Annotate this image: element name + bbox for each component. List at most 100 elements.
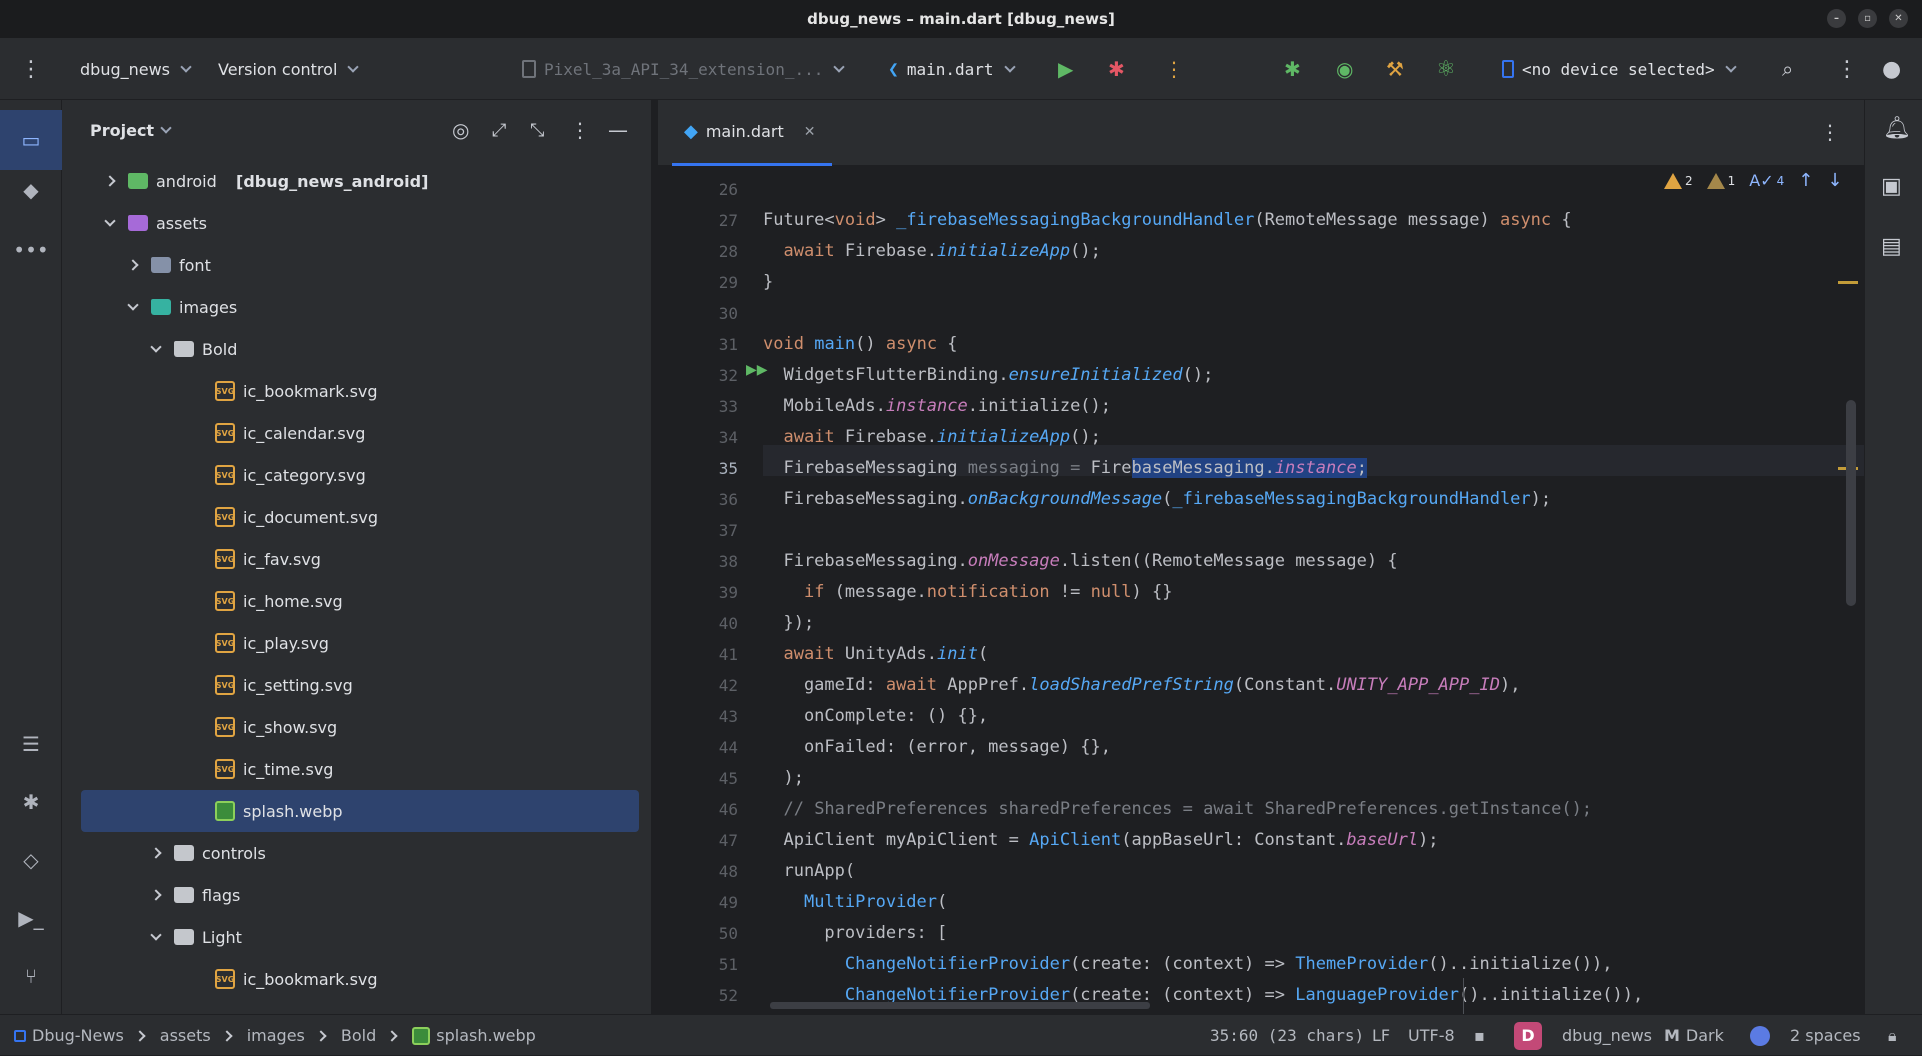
build-button[interactable]: ⚒ — [1386, 38, 1404, 100]
terminal-tool-button[interactable]: ▶_ — [13, 900, 49, 936]
tree-folder-item[interactable]: flags — [62, 874, 640, 916]
breadcrumb-item[interactable]: images — [247, 1026, 305, 1045]
chevron-down-icon[interactable] — [127, 299, 139, 311]
tree-file-item[interactable]: SVG ic_time.svg — [62, 748, 640, 790]
chevron-down-icon[interactable] — [104, 215, 116, 227]
image-file-icon — [412, 1026, 431, 1045]
theme-label: Dark — [1685, 1026, 1724, 1045]
structure-tool-button[interactable]: ☰ — [13, 726, 49, 762]
warnings-indicator[interactable]: 2 — [1664, 172, 1693, 189]
next-highlight-icon[interactable]: ↓ — [1827, 170, 1842, 191]
git-tool-button[interactable]: ⑂ — [13, 958, 49, 994]
record-button[interactable]: ◉ — [1336, 38, 1353, 100]
indent-settings[interactable]: 2 spaces — [1790, 1015, 1861, 1056]
chevron-right-icon[interactable] — [150, 889, 162, 901]
chevron-down-icon — [347, 60, 360, 73]
editor-horizontal-scrollbar[interactable] — [770, 1002, 1150, 1009]
editor-vertical-scrollbar[interactable] — [1846, 400, 1856, 606]
running-devices-icon[interactable]: ▣ — [1881, 174, 1902, 199]
typos-indicator[interactable]: A✓ 4 — [1749, 171, 1784, 190]
collapse-all-icon[interactable]: ⤡ — [530, 120, 544, 141]
tree-file-item[interactable]: SVG ic_fav.svg — [62, 538, 640, 580]
more-tools-button[interactable]: ••• — [13, 232, 49, 268]
tree-folder-item[interactable]: Bold — [62, 328, 640, 370]
main-menu-button[interactable]: ⋮ — [20, 38, 42, 100]
search-button[interactable]: ⌕ — [1782, 38, 1793, 100]
breadcrumb-item[interactable]: assets — [160, 1026, 211, 1045]
tree-file-item[interactable]: SVG ic_category.svg — [62, 454, 640, 496]
debug-button[interactable]: ✱ — [1108, 38, 1125, 100]
device-selector[interactable]: <no device selected> — [1502, 38, 1737, 100]
more-actions-button[interactable]: ⋮ — [1164, 38, 1184, 100]
tree-folder-item[interactable]: android [dbug_news_android] — [62, 160, 640, 202]
vcs-selector[interactable]: Version control — [218, 38, 360, 100]
attach-debugger-button[interactable]: ✱ — [1284, 38, 1301, 100]
project-selector[interactable]: dbug_news — [80, 38, 192, 100]
chevron-down-icon[interactable] — [150, 341, 162, 353]
flutter-inspector-button[interactable]: ⚛ — [1436, 38, 1456, 100]
device-manager-icon[interactable]: ▤ — [1881, 234, 1902, 259]
tab-options-icon[interactable]: ⋮ — [1820, 120, 1840, 144]
chevron-down-icon[interactable] — [150, 929, 162, 941]
chevron-right-icon[interactable] — [127, 259, 139, 271]
close-icon[interactable]: ✕ — [804, 124, 816, 140]
project-tool-button[interactable]: ▭ — [0, 110, 62, 170]
code-line: MobileAds.instance.initialize(); — [763, 396, 1112, 416]
project-status-label: dbug_news — [1562, 1026, 1653, 1045]
chevron-down-icon[interactable] — [160, 121, 172, 134]
breadcrumb-item[interactable]: Dbug-News — [32, 1026, 124, 1045]
locate-icon[interactable]: ◎ — [452, 118, 469, 142]
theme-switcher[interactable]: M Dark — [1664, 1015, 1724, 1056]
tree-file-item[interactable]: splash.webp — [81, 790, 639, 832]
project-status[interactable]: Ddbug_news — [1514, 1015, 1652, 1056]
tree-file-item[interactable]: SVG ic_show.svg — [62, 706, 640, 748]
chevron-right-icon[interactable] — [150, 847, 162, 859]
tree-folder-item[interactable]: controls — [62, 832, 640, 874]
structure-icon: ☰ — [22, 732, 40, 756]
search-icon: ⌕ — [1782, 57, 1794, 81]
resource-manager-button[interactable]: ◆ — [13, 172, 49, 208]
line-separator[interactable]: LF — [1372, 1015, 1390, 1056]
problems-tool-button[interactable]: ✱ — [13, 784, 49, 820]
lock-toggle[interactable]: 🔒︎ — [1888, 1015, 1897, 1056]
tree-folder-item[interactable]: Light — [62, 916, 640, 958]
breadcrumb-item[interactable]: Bold — [341, 1026, 376, 1045]
tree-file-item[interactable]: SVG ic_setting.svg — [62, 664, 640, 706]
breadcrumb-item[interactable]: splash.webp — [436, 1026, 536, 1045]
warning-stripe[interactable] — [1838, 281, 1858, 284]
account-button[interactable]: ● — [1882, 38, 1901, 100]
tree-folder-item[interactable]: font — [62, 244, 640, 286]
close-window-icon[interactable]: ✕ — [1889, 9, 1908, 28]
chevron-right-icon[interactable] — [104, 175, 116, 187]
tab-main-dart[interactable]: ◆ main.dart ✕ — [672, 100, 832, 166]
run-button[interactable]: ▶ — [1058, 38, 1073, 100]
tree-file-item[interactable]: SVG ic_home.svg — [62, 580, 640, 622]
read-only-toggle[interactable]: ▪ — [1474, 1015, 1485, 1056]
caret-position[interactable]: 35:60 (23 chars) — [1210, 1015, 1364, 1056]
tree-file-item[interactable]: SVG ic_document.svg — [62, 496, 640, 538]
inspection-widget[interactable]: 2 1 A✓ 4 ↑ ↓ — [1664, 170, 1842, 191]
device-config-selector[interactable]: Pixel_3a_API_34_extension_... — [522, 38, 846, 100]
hide-panel-icon[interactable]: — — [608, 118, 628, 142]
minimize-icon[interactable]: – — [1827, 9, 1846, 28]
expand-all-icon[interactable]: ⤢ — [492, 120, 506, 141]
code-line: }); — [763, 613, 815, 633]
gemini-tool-button[interactable]: ◇ — [13, 842, 49, 878]
tree-file-item[interactable]: SVG ic_calendar.svg — [62, 412, 640, 454]
weak-warnings-indicator[interactable]: 1 — [1706, 172, 1735, 189]
ide-menu-button[interactable]: ⋮ — [1836, 38, 1858, 100]
maximize-icon[interactable]: ▫ — [1858, 9, 1877, 28]
tree-folder-item[interactable]: images — [62, 286, 640, 328]
line-number: 26 — [718, 180, 738, 199]
tree-file-item[interactable]: SVG ic_bookmark.svg — [62, 370, 640, 412]
options-icon[interactable]: ⋮ — [570, 118, 590, 142]
tree-folder-item[interactable]: assets — [62, 202, 640, 244]
code-view[interactable]: Future<void> _firebaseMessagingBackgroun… — [763, 166, 1922, 1014]
tree-file-item[interactable]: SVG ic_play.svg — [62, 622, 640, 664]
status-indicator[interactable] — [1750, 1015, 1770, 1056]
file-encoding[interactable]: UTF-8 — [1408, 1015, 1455, 1056]
tree-file-item[interactable]: SVG ic_bookmark.svg — [62, 958, 640, 1000]
previous-highlight-icon[interactable]: ↑ — [1798, 170, 1813, 191]
notifications-icon[interactable]: 🔔︎ — [1883, 116, 1911, 141]
run-config-selector[interactable]: ❮ main.dart — [888, 38, 1016, 100]
